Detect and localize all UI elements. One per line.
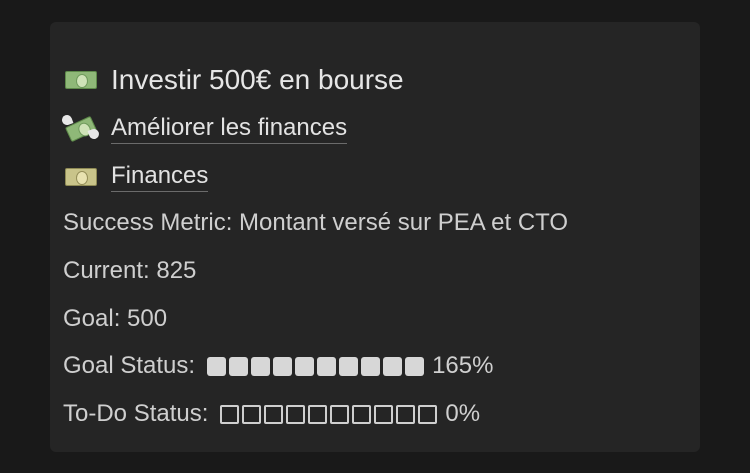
progress-block-empty xyxy=(264,404,284,424)
parent-link-row[interactable]: Améliorer les finances xyxy=(60,113,348,144)
todo-status: To-Do Status: 0% xyxy=(63,400,480,428)
progress-block-filled xyxy=(339,356,359,376)
progress-block-empty xyxy=(220,404,240,424)
goal-status-percent: 165% xyxy=(432,352,494,379)
progress-block-filled xyxy=(273,356,293,376)
goal-card: Investir 500€ en bourse Améliorer les fi… xyxy=(50,22,700,452)
progress-block-empty xyxy=(308,404,328,424)
goal-value: Goal: 500 xyxy=(63,305,167,333)
success-metric: Success Metric: Montant versé sur PEA et… xyxy=(63,209,568,237)
todo-status-percent: 0% xyxy=(445,400,481,427)
todo-status-progress-bar xyxy=(220,404,438,424)
euro-banknote-icon xyxy=(63,68,99,92)
dollar-banknote-icon xyxy=(63,165,99,189)
progress-block-filled xyxy=(251,356,271,376)
card-title: Investir 500€ en bourse xyxy=(111,64,404,95)
money-with-wings-icon xyxy=(60,113,101,143)
area-link-row[interactable]: Finances xyxy=(63,162,209,192)
progress-block-empty xyxy=(352,404,372,424)
progress-block-empty xyxy=(374,404,394,424)
progress-block-empty xyxy=(396,404,416,424)
progress-block-filled xyxy=(317,356,337,376)
progress-block-filled xyxy=(383,356,403,376)
progress-block-filled xyxy=(207,356,227,376)
goal-status: Goal Status: 165% xyxy=(63,352,493,380)
progress-block-filled xyxy=(361,356,381,376)
progress-block-filled xyxy=(229,356,249,376)
current-value: Current: 825 xyxy=(63,257,196,285)
progress-block-empty xyxy=(418,404,438,424)
progress-block-empty xyxy=(242,404,262,424)
current-text: Current: 825 xyxy=(63,257,197,284)
progress-block-empty xyxy=(330,404,350,424)
success-metric-text: Success Metric: Montant versé sur PEA et… xyxy=(63,209,569,236)
progress-block-filled xyxy=(295,356,315,376)
link-finances[interactable]: Finances xyxy=(111,162,209,192)
card-title-row: Investir 500€ en bourse xyxy=(63,64,404,96)
todo-status-label: To-Do Status: xyxy=(63,400,209,427)
progress-block-filled xyxy=(405,356,425,376)
progress-block-empty xyxy=(286,404,306,424)
goal-status-progress-bar xyxy=(207,356,425,376)
goal-status-label: Goal Status: xyxy=(63,352,196,379)
link-ameliorer-les-finances[interactable]: Améliorer les finances xyxy=(111,114,348,144)
goal-text: Goal: 500 xyxy=(63,305,168,332)
